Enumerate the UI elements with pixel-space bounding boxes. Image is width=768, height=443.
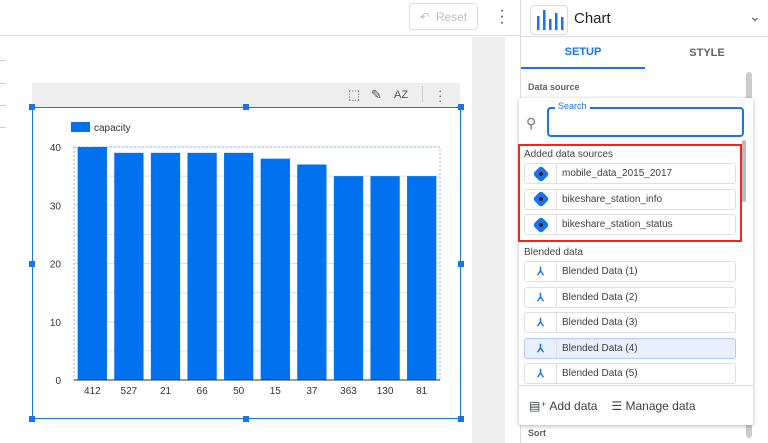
canvas-gutter [472,37,505,443]
chart-type-title: Chart [574,10,611,27]
blend-icon-cell: ⅄ [525,287,557,307]
bar[interactable] [150,152,181,380]
y-tick-label: 20 [50,260,62,271]
bar[interactable] [224,152,254,380]
blend-icon-cell: ⅄ [525,262,557,281]
divider [422,86,423,102]
x-tick-label: 50 [233,386,245,397]
x-tick-label: 21 [160,386,172,397]
select-icon[interactable]: ⬚ [348,87,360,103]
bigquery-icon [532,216,549,233]
bigquery-icon-cell [525,164,557,183]
blend-icon: ⅄ [537,342,544,355]
blend-icon: ⅄ [537,368,544,380]
search-label: Search [555,101,590,111]
blend-icon: ⅄ [537,317,544,329]
bar[interactable] [114,152,144,380]
blended-data-name: Blended Data (3) [562,317,638,328]
x-tick-label: 130 [377,386,394,397]
top-toolbar: ↶ Reset · · · [0,0,520,36]
data-source-item[interactable]: bikeshare_station_status [524,214,736,235]
add-data-button[interactable]: ▤⁺ Add data [529,399,597,413]
bar[interactable] [370,176,400,380]
blended-data-item[interactable]: ⅄ Blended Data (4) [524,337,736,359]
y-tick-label: 30 [50,201,62,212]
more-vert-icon[interactable]: · · · [438,84,442,107]
tab-setup[interactable]: SETUP [521,37,645,69]
x-tick-label: 527 [121,386,138,397]
blended-data-item[interactable]: ⅄ Blended Data (1) [524,261,736,282]
blended-data-label: Blended data [524,247,583,258]
x-tick-label: 66 [197,386,209,397]
pencil-icon[interactable]: ✎ [371,87,382,103]
x-tick-label: 363 [340,386,357,397]
blended-data-name: Blended Data (1) [562,266,638,277]
undo-icon: ↶ [419,9,430,24]
blended-data-item[interactable]: ⅄ Blended Data (2) [524,286,736,308]
blend-icon: ⅄ [537,291,544,304]
blend-icon-cell: ⅄ [525,338,557,358]
search-icon: ⚲ [526,115,537,131]
bigquery-icon-cell [525,215,557,234]
x-tick-label: 15 [270,386,282,397]
blend-icon-cell: ⅄ [525,364,557,383]
panel-header: Chart ⌄ [521,0,768,37]
legend-swatch [71,122,90,132]
bigquery-icon [532,165,549,182]
added-sources-label: Added data sources [524,149,613,160]
data-source-item[interactable]: mobile_data_2015_2017 [524,163,736,184]
blended-data-name: Blended Data (5) [562,368,638,379]
bar[interactable] [407,176,437,380]
properties-panel: Chart ⌄ SETUP STYLE Data source Sort ⚲ S… [518,0,768,443]
bar-chart[interactable]: 0 10 20 30 40 412 527 21 66 50 15 37 363 130 81 capacit… [33,108,460,418]
bar-chart-icon [530,5,568,35]
sort-label: Sort [528,428,546,438]
blend-icon: ⅄ [537,266,544,278]
y-tick-label: 0 [55,376,61,387]
x-tick-label: 81 [416,386,428,397]
bar[interactable] [187,152,217,380]
search-input[interactable] [547,107,744,137]
data-source-picker: ⚲ Search Added data sources mobile_data_… [518,98,753,425]
tab-style[interactable]: STYLE [645,37,768,69]
blended-data-item[interactable]: ⅄ Blended Data (5) [524,363,736,384]
data-source-label: Data source [528,82,580,92]
data-source-name: bikeshare_station_status [562,219,673,230]
blended-data-name: Blended Data (2) [562,291,638,303]
bar[interactable] [260,158,290,380]
x-tick-label: 37 [306,386,318,397]
more-vert-icon[interactable]: · · · [497,3,507,31]
picker-footer: ▤⁺ Add data ☰ Manage data [519,385,753,425]
data-source-name: mobile_data_2015_2017 [562,168,673,179]
picker-scrollbar[interactable] [742,140,746,202]
reset-button[interactable]: ↶ Reset [409,3,478,30]
sort-az-icon[interactable]: AZ [394,89,408,101]
x-tick-label: 412 [84,386,101,397]
blend-icon-cell: ⅄ [525,313,557,332]
bar[interactable] [333,176,364,380]
bar[interactable] [77,147,107,380]
y-tick-label: 40 [50,143,62,154]
blended-data-name: Blended Data (4) [562,342,638,354]
data-source-name: bikeshare_station_info [562,193,663,205]
bigquery-icon [532,190,549,208]
manage-data-button[interactable]: ☰ Manage data [611,399,695,413]
y-tick-label: 10 [50,318,62,329]
chevron-down-icon[interactable]: ⌄ [749,8,761,25]
blended-data-item[interactable]: ⅄ Blended Data (3) [524,312,736,333]
data-source-item[interactable]: bikeshare_station_info [524,188,736,210]
bigquery-icon-cell [525,189,557,209]
bar[interactable] [297,164,327,380]
legend-label: capacity [94,123,131,134]
